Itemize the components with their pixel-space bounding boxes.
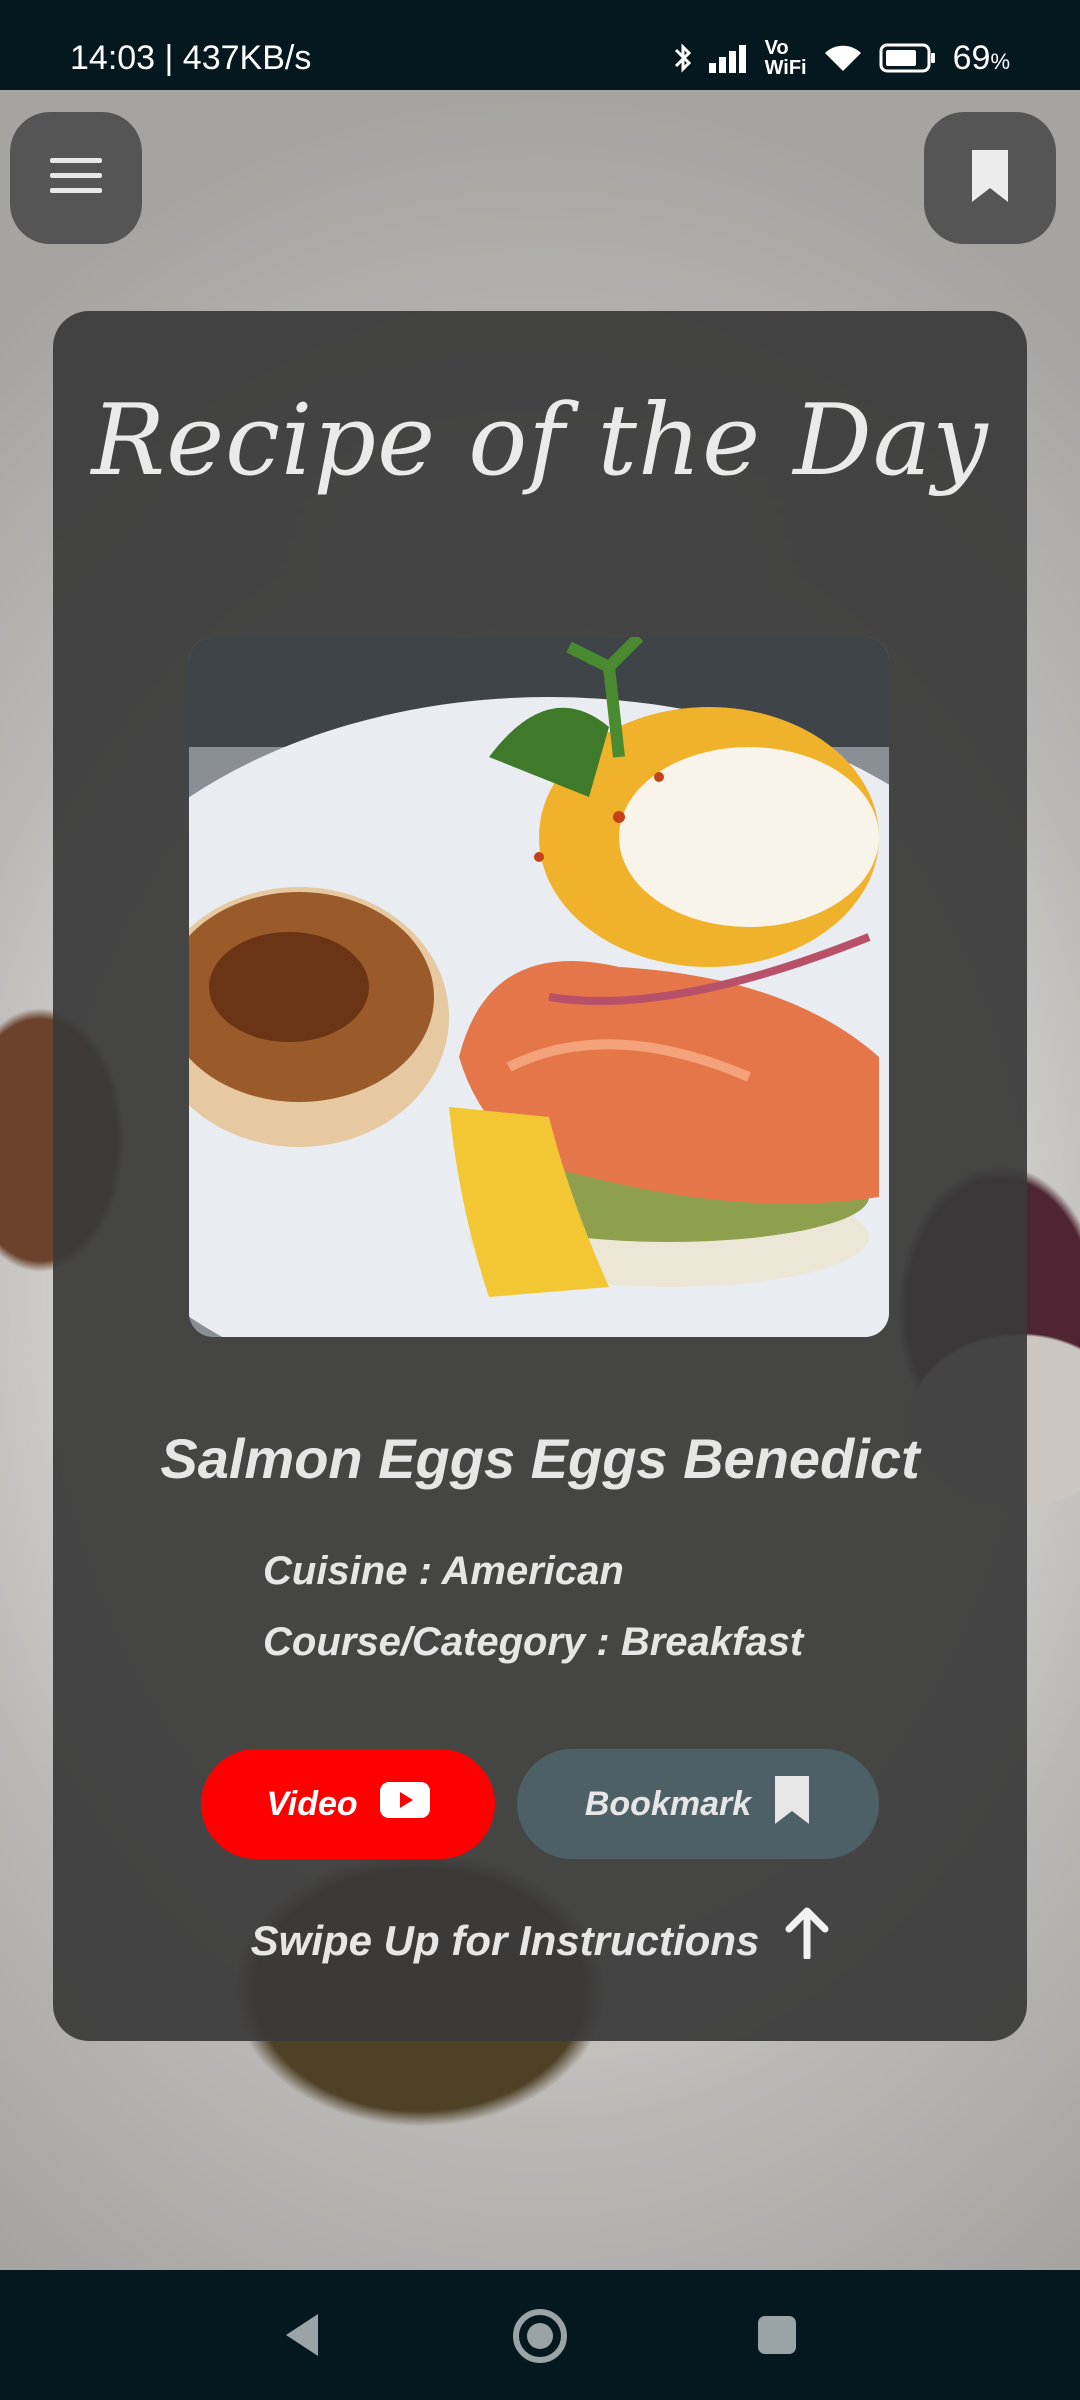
battery-unit: % [990,48,1010,74]
home-button[interactable] [512,2308,568,2364]
status-icons: Vo WiFi 69% [673,36,1010,80]
video-button[interactable]: Video [201,1749,495,1859]
bookmark-icon [970,148,1010,209]
recipe-card[interactable]: Recipe of the Day Salmon Eggs Eggs Bened… [53,311,1027,2041]
recipe-course: Course/Category : Breakfast [263,1620,804,1664]
recipe-cuisine: Cuisine : American [263,1549,624,1593]
card-title: Recipe of the Day [91,384,989,498]
battery-percent: 69% [953,39,1010,78]
signal-icon [708,43,749,73]
video-label: Video [266,1784,358,1823]
navigation-bar [0,2270,1080,2400]
battery-icon [879,43,937,73]
hamburger-menu-icon [50,156,102,201]
recipe-image [189,637,889,1337]
recipe-name: Salmon Eggs Eggs Benedict [160,1427,920,1490]
status-time: 14:03 | 437KB/s [70,39,312,77]
youtube-icon [379,1781,430,1827]
recents-icon [758,2316,796,2354]
swipe-hint-label: Swipe Up for Instructions [250,1917,760,1964]
vowifi-icon: Vo WiFi [765,38,807,78]
battery-value: 69 [952,38,991,77]
bluetooth-icon [673,41,693,75]
screen: 14:03 | 437KB/s Vo WiFi 69% Recipe of th… [0,0,1080,2400]
home-icon [513,2309,567,2363]
recents-button[interactable] [756,2314,798,2356]
back-icon [286,2314,318,2356]
bookmark-button[interactable]: Bookmark [517,1749,879,1859]
bookmark-icon [773,1774,811,1835]
bookmark-label: Bookmark [584,1784,752,1823]
saved-bookmarks-button[interactable] [924,112,1056,244]
wifi-icon [823,43,863,73]
back-button[interactable] [278,2310,328,2360]
arrow-up-icon [785,1907,829,1975]
menu-button[interactable] [10,112,142,244]
vowifi-line1: Vo [764,37,789,59]
status-bar: 14:03 | 437KB/s Vo WiFi 69% [0,0,1080,90]
vowifi-line2: WiFi [764,57,807,79]
swipe-up-hint[interactable]: Swipe Up for Instructions [53,1907,1027,1975]
